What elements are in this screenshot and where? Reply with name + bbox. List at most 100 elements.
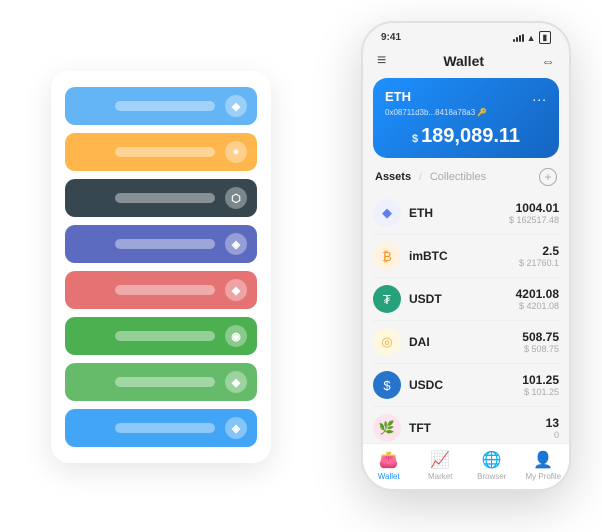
asset-amounts-imbtc: 2.5$ 21760.1 <box>519 244 559 268</box>
asset-icon-dai: ◎ <box>373 328 401 356</box>
asset-usd-usdc: $ 101.25 <box>522 387 559 397</box>
signal-icon <box>513 34 524 42</box>
card-item[interactable]: ● <box>65 133 257 171</box>
card-item-label <box>115 377 215 387</box>
asset-icon-tft: 🌿 <box>373 414 401 442</box>
asset-row[interactable]: ₿ imBTC2.5$ 21760.1 <box>373 235 559 278</box>
card-item-icon: ◈ <box>225 233 247 255</box>
menu-icon[interactable]: ≡ <box>377 52 386 70</box>
nav-label-my-profile: My Profile <box>525 472 561 481</box>
assets-tabs: Assets / Collectibles + <box>363 166 569 192</box>
asset-balance-usdt: 4201.08 <box>516 287 559 301</box>
card-stack: ◆ ● ⬡ ◈ ◆ ◉ ◆ ◈ <box>51 71 271 463</box>
eth-card-balance: $189,089.11 <box>385 125 547 148</box>
card-item[interactable]: ◆ <box>65 87 257 125</box>
card-item-label <box>115 101 215 111</box>
card-item-icon: ◆ <box>225 279 247 301</box>
asset-usd-usdt: $ 4201.08 <box>516 301 559 311</box>
tab-separator: / <box>419 172 422 183</box>
asset-usd-imbtc: $ 21760.1 <box>519 258 559 268</box>
nav-icon-my-profile: 👤 <box>533 450 553 470</box>
card-item-icon: ⬡ <box>225 187 247 209</box>
asset-icon-imbtc: ₿ <box>373 242 401 270</box>
asset-icon-eth: ◆ <box>373 199 401 227</box>
asset-usd-dai: $ 508.75 <box>522 344 559 354</box>
eth-card-menu[interactable]: ... <box>532 88 547 104</box>
scan-icon[interactable]: ⇔ <box>541 53 555 69</box>
card-item-label <box>115 147 215 157</box>
tabs-left: Assets / Collectibles <box>375 171 486 183</box>
status-bar: 9:41 ▲ ▮ <box>363 23 569 48</box>
asset-row[interactable]: ₮USDT4201.08$ 4201.08 <box>373 278 559 321</box>
card-item-icon: ◆ <box>225 371 247 393</box>
card-item-label <box>115 331 215 341</box>
asset-row[interactable]: ◎ DAI508.75$ 508.75 <box>373 321 559 364</box>
nav-icon-market: 📈 <box>430 450 450 470</box>
asset-balance-eth: 1004.01 <box>509 201 559 215</box>
nav-item-market[interactable]: 📈 Market <box>415 450 467 481</box>
balance-amount: 189,089.11 <box>421 125 520 147</box>
eth-card-address: 0x08711d3b...8418a78a3 🔑 <box>385 108 547 117</box>
asset-name-imbtc: imBTC <box>409 249 519 263</box>
asset-icon-usdt: ₮ <box>373 285 401 313</box>
asset-row[interactable]: ◆ ETH1004.01$ 162517.48 <box>373 192 559 235</box>
asset-balance-imbtc: 2.5 <box>519 244 559 258</box>
tab-collectibles[interactable]: Collectibles <box>430 171 486 183</box>
nav-label-wallet: Wallet <box>378 472 400 481</box>
asset-usd-tft: 0 <box>546 430 559 440</box>
asset-amounts-dai: 508.75$ 508.75 <box>522 330 559 354</box>
nav-icon-browser: 🌐 <box>482 450 502 470</box>
status-icons: ▲ ▮ <box>513 31 551 44</box>
asset-amounts-usdt: 4201.08$ 4201.08 <box>516 287 559 311</box>
phone-header: ≡ Wallet ⇔ <box>363 48 569 78</box>
card-item[interactable]: ◈ <box>65 409 257 447</box>
nav-item-wallet[interactable]: 👛 Wallet <box>363 450 415 481</box>
asset-list: ◆ ETH1004.01$ 162517.48 ₿ imBTC2.5$ 21760.1… <box>363 192 569 443</box>
card-item-icon: ● <box>225 141 247 163</box>
eth-card-name: ETH <box>385 89 411 104</box>
card-item[interactable]: ◉ <box>65 317 257 355</box>
tab-assets[interactable]: Assets <box>375 171 411 183</box>
card-item-label <box>115 285 215 295</box>
nav-item-my-profile[interactable]: 👤 My Profile <box>518 450 570 481</box>
eth-card: ETH ... 0x08711d3b...8418a78a3 🔑 $189,08… <box>373 78 559 158</box>
asset-name-dai: DAI <box>409 335 522 349</box>
asset-icon-usdc: $ <box>373 371 401 399</box>
nav-label-browser: Browser <box>477 472 506 481</box>
asset-name-eth: ETH <box>409 206 509 220</box>
wifi-icon: ▲ <box>527 33 536 43</box>
card-item-label <box>115 193 215 203</box>
asset-balance-dai: 508.75 <box>522 330 559 344</box>
time-display: 9:41 <box>381 32 401 43</box>
asset-row[interactable]: 🌿 TFT130 <box>373 407 559 443</box>
phone: 9:41 ▲ ▮ ≡ Wallet ⇔ ETH ... 0x08711d <box>361 21 571 491</box>
phone-content: ETH ... 0x08711d3b...8418a78a3 🔑 $189,08… <box>363 78 569 443</box>
asset-usd-eth: $ 162517.48 <box>509 215 559 225</box>
header-title: Wallet <box>443 53 484 69</box>
scene: ◆ ● ⬡ ◈ ◆ ◉ ◆ ◈ 9:41 ▲ ▮ ≡ Wallet ⇔ ETH <box>11 11 591 521</box>
card-item[interactable]: ◈ <box>65 225 257 263</box>
nav-item-browser[interactable]: 🌐 Browser <box>466 450 518 481</box>
nav-label-market: Market <box>428 472 452 481</box>
card-item-icon: ◆ <box>225 95 247 117</box>
asset-name-usdc: USDC <box>409 378 522 392</box>
card-item-label <box>115 239 215 249</box>
bottom-nav: 👛 Wallet 📈 Market 🌐 Browser 👤 My Profile <box>363 443 569 489</box>
card-item-icon: ◈ <box>225 417 247 439</box>
card-item[interactable]: ⬡ <box>65 179 257 217</box>
battery-icon: ▮ <box>539 31 551 44</box>
asset-balance-tft: 13 <box>546 416 559 430</box>
asset-amounts-eth: 1004.01$ 162517.48 <box>509 201 559 225</box>
card-item[interactable]: ◆ <box>65 363 257 401</box>
asset-amounts-tft: 130 <box>546 416 559 440</box>
asset-name-tft: TFT <box>409 421 546 435</box>
nav-icon-wallet: 👛 <box>379 450 399 470</box>
asset-row[interactable]: $ USDC101.25$ 101.25 <box>373 364 559 407</box>
card-item-icon: ◉ <box>225 325 247 347</box>
asset-balance-usdc: 101.25 <box>522 373 559 387</box>
eth-card-top: ETH ... <box>385 88 547 104</box>
card-item-label <box>115 423 215 433</box>
currency-symbol: $ <box>412 133 418 145</box>
card-item[interactable]: ◆ <box>65 271 257 309</box>
add-asset-button[interactable]: + <box>539 168 557 186</box>
